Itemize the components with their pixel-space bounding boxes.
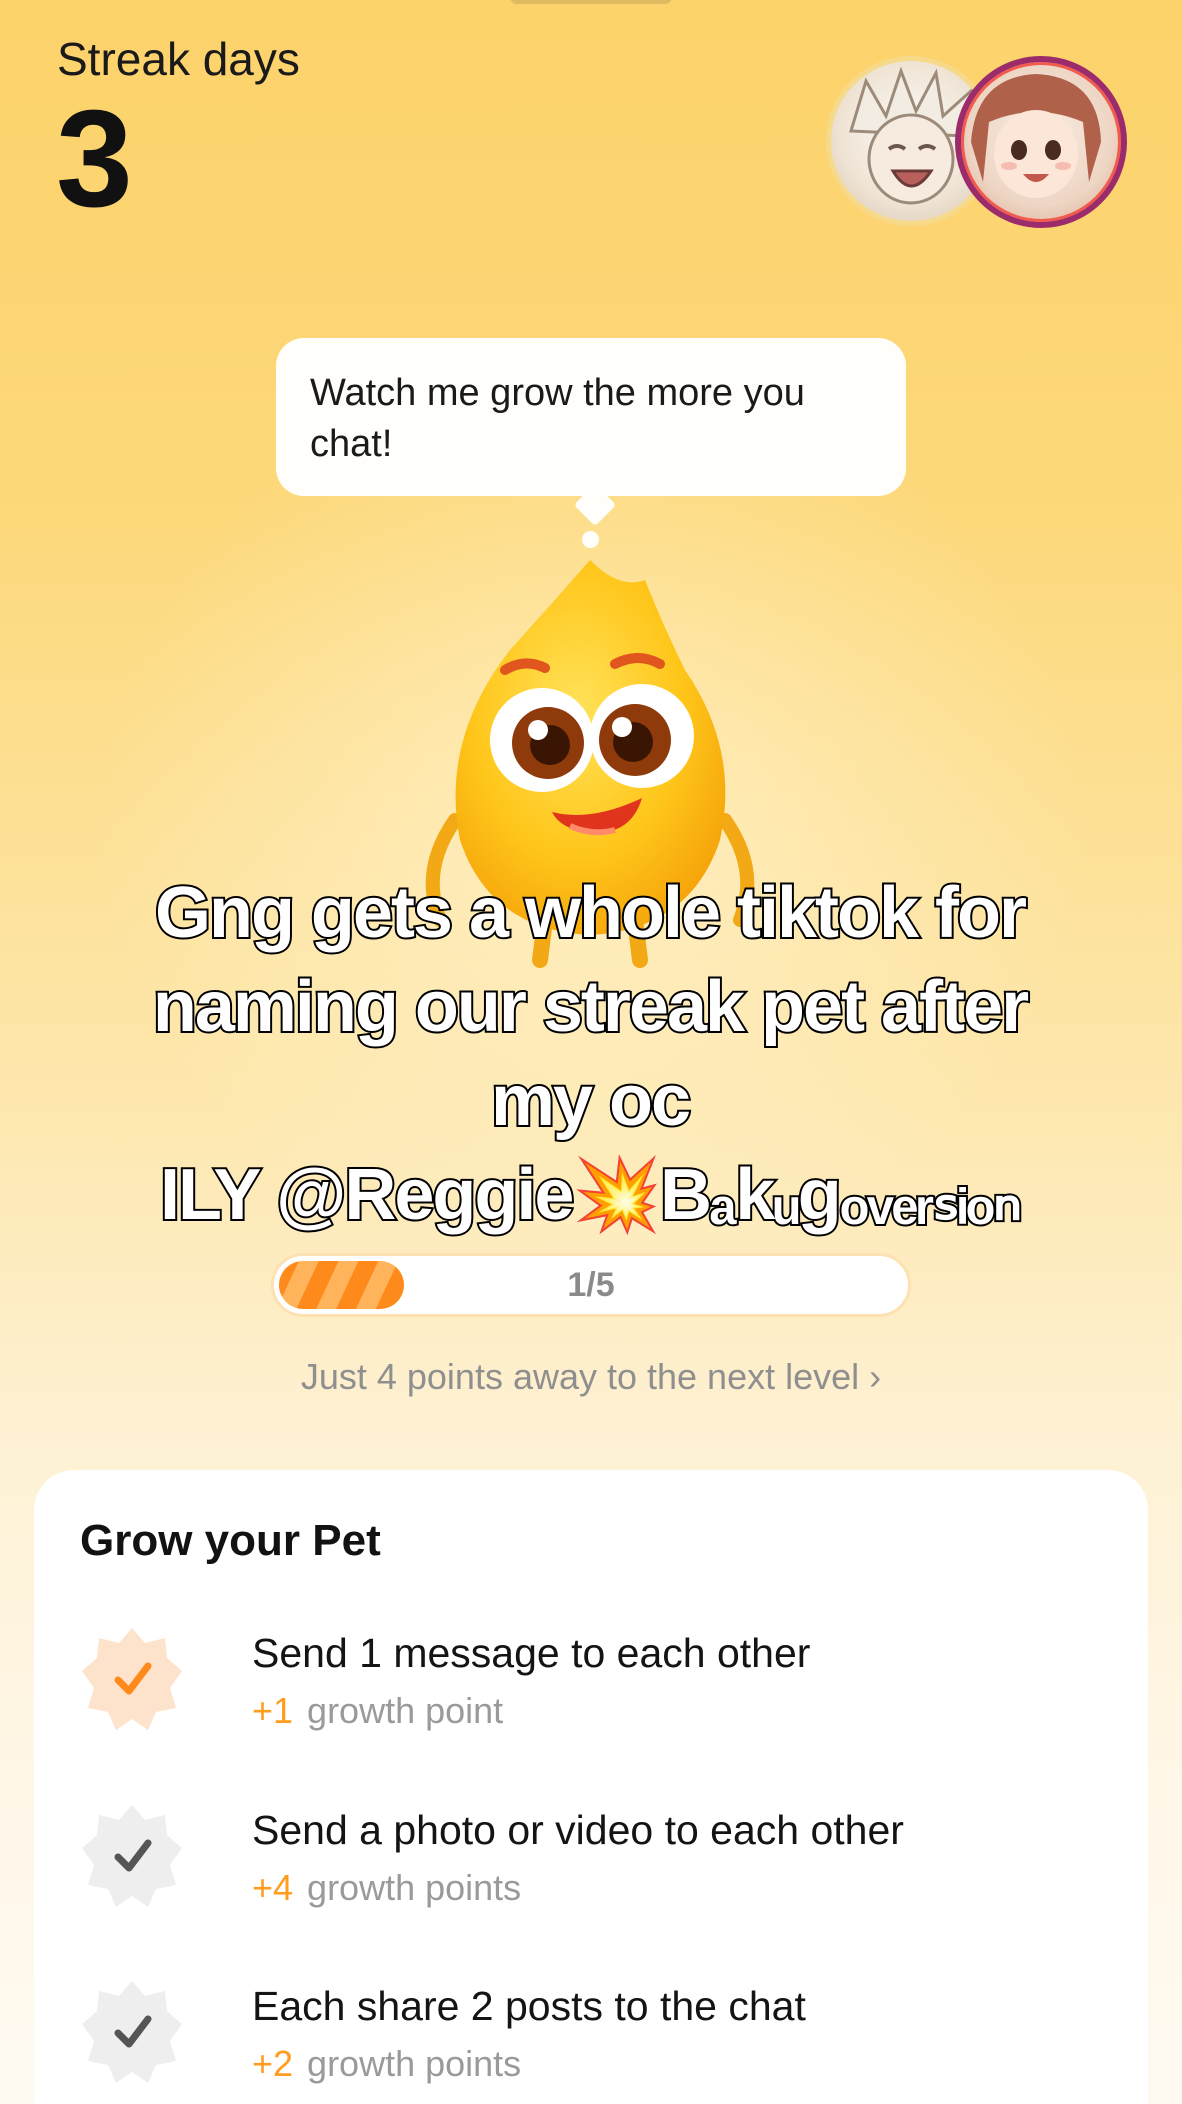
task-points-value: +4	[252, 1867, 294, 1908]
streak-days-label: Streak days	[57, 33, 300, 85]
next-level-text: Just 4 points away to the next level	[300, 1356, 860, 1397]
task-points: +4 growth points	[252, 1867, 521, 1909]
caption-line: ILY @Reggie💥Bₐkᵤgₒᵥₑᵣₛᵢₒₙ	[158, 1153, 1024, 1237]
caption-line: my oc	[489, 1059, 693, 1143]
progress-label: 1/5	[567, 1266, 615, 1304]
sheet-grabber[interactable]	[510, 0, 672, 4]
avatar-user[interactable]	[955, 56, 1127, 228]
task-title: Send a photo or video to each other	[252, 1807, 904, 1853]
task-title: Send 1 message to each other	[252, 1630, 811, 1676]
grow-pet-card: Grow your Pet Send 1 message to each oth…	[34, 1470, 1148, 2104]
task-points-value: +2	[252, 2043, 294, 2084]
task-title: Each share 2 posts to the chat	[252, 1983, 806, 2029]
task-points-label: growth point	[307, 1690, 504, 1731]
pet-speech-bubble: Watch me grow the more you chat!	[276, 338, 906, 496]
task-points-label: growth points	[307, 1867, 522, 1908]
check-badge-icon	[82, 1981, 182, 2083]
check-badge-icon	[82, 1628, 182, 1730]
task-points: +1 growth point	[252, 1690, 503, 1732]
streak-pet-screen: Streak days 3 Watch me grow the more you…	[0, 0, 1182, 2104]
caption-line: naming our streak pet after	[151, 965, 1031, 1049]
avatar-user-art	[971, 74, 1101, 198]
caption-line: Gng gets a whole tiktok for	[153, 871, 1029, 955]
task-row[interactable]: Each share 2 posts to the chat +2 growth …	[80, 1973, 1100, 2093]
check-badge-icon	[82, 1805, 182, 1907]
grow-pet-title: Grow your Pet	[80, 1516, 381, 1565]
task-row[interactable]: Send a photo or video to each other +4 gr…	[80, 1797, 1100, 1917]
task-points-value: +1	[252, 1690, 294, 1731]
next-level-link[interactable]: Just 4 points away to the next level ›	[0, 1356, 1182, 1398]
video-caption-overlay: Gng gets a whole tiktok for naming our s…	[40, 866, 1140, 1242]
streak-days-count: 3	[56, 82, 133, 236]
task-points: +2 growth points	[252, 2043, 521, 2085]
task-row[interactable]: Send 1 message to each other +1 growth po…	[80, 1620, 1100, 1740]
pet-level-progress-bar: 1/5	[271, 1253, 911, 1317]
task-points-label: growth points	[307, 2043, 522, 2084]
chevron-right-icon: ›	[869, 1356, 882, 1397]
